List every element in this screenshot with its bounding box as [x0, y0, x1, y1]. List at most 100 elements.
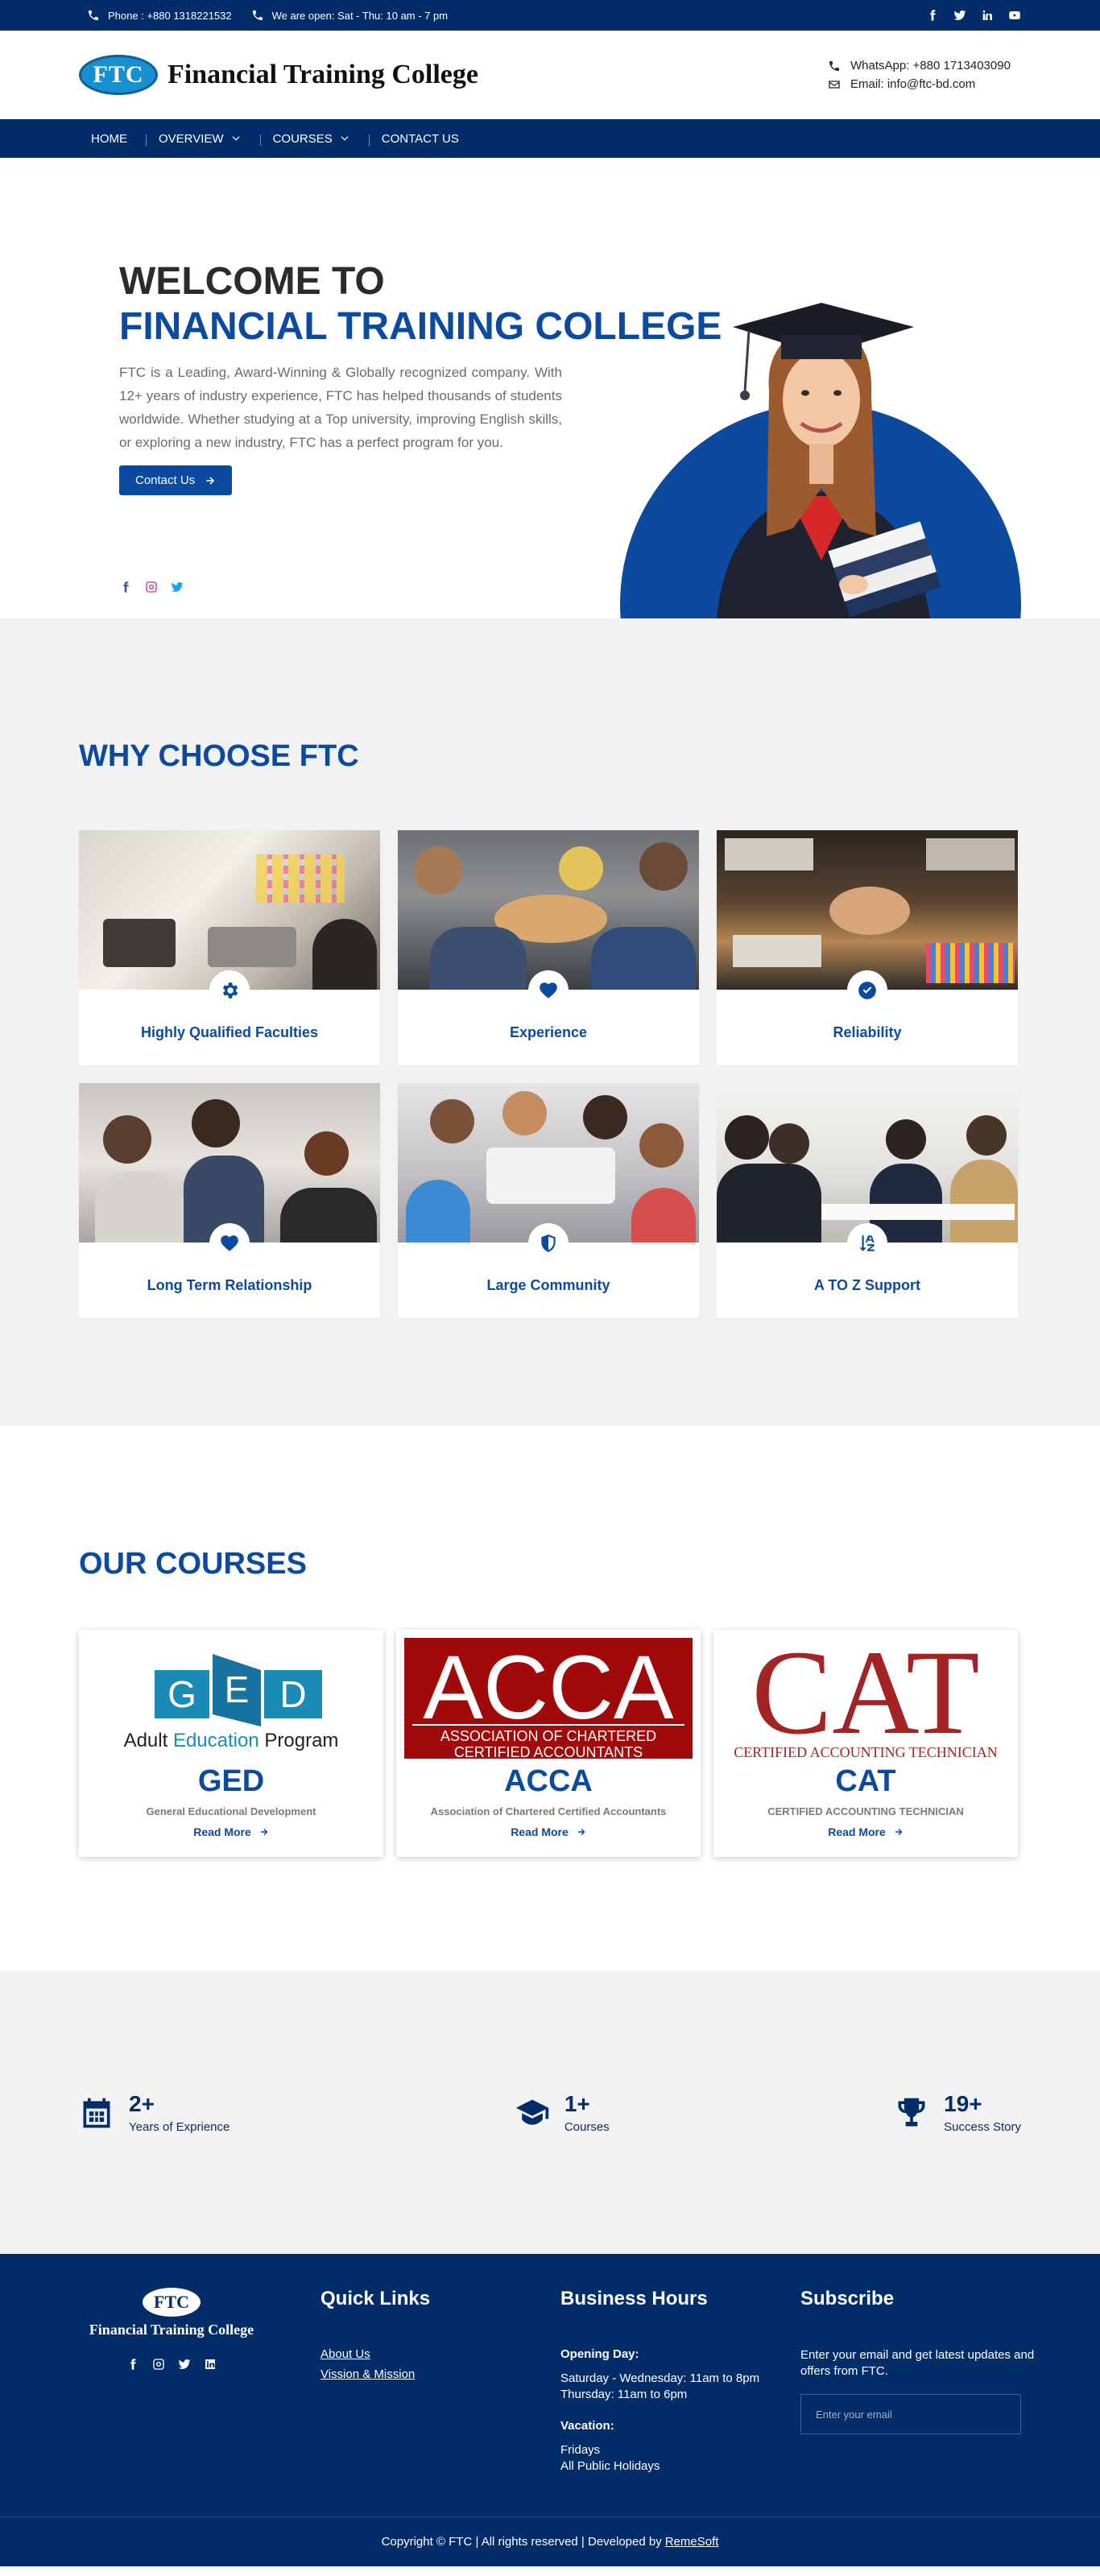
youtube-icon[interactable] [1008, 9, 1021, 22]
feature-badge [847, 1223, 887, 1263]
cat-logo-word: CAT [751, 1638, 979, 1759]
stat-number: 1+ [564, 2091, 590, 2116]
facebook-icon[interactable] [126, 2358, 139, 2371]
feature-image [398, 830, 699, 990]
footer-quick-links: Quick Links About Us Vission & Mission [320, 2288, 560, 2491]
phone-icon [87, 9, 100, 22]
hero-heading-line2: FINANCIAL TRAINING COLLEGE [119, 305, 722, 348]
nav-overview[interactable]: OVERVIEW [147, 132, 261, 146]
nav-contact[interactable]: CONTACT US [370, 132, 478, 146]
footer-logo: FTC Financial Training College [79, 2288, 320, 2491]
read-more-link[interactable]: Read More [828, 1826, 904, 1838]
subscribe-email-input[interactable] [800, 2394, 1021, 2434]
graduation-cap-icon [515, 2095, 550, 2131]
heart-icon [221, 1235, 238, 1251]
copyright-bar: Copyright © FTC | All rights reserved | … [0, 2516, 1100, 2566]
feature-title: Long Term Relationship [147, 1277, 312, 1293]
footer-link-about[interactable]: About Us [320, 2347, 560, 2361]
top-bar: Phone : +880 1318221532 We are open: Sat… [0, 0, 1100, 31]
feature-badge [209, 1223, 250, 1263]
feature-title: A TO Z Support [814, 1277, 920, 1293]
feature-card: Large Community [398, 1083, 699, 1318]
chevron-down-icon [341, 136, 349, 141]
acca-logo-caption-1: ASSOCIATION OF CHARTERED [440, 1728, 656, 1744]
top-hours: We are open: Sat - Thu: 10 am - 7 pm [251, 9, 448, 22]
business-hours-title: Business Hours [560, 2288, 708, 2309]
instagram-icon[interactable] [152, 2358, 165, 2371]
nav-home[interactable]: HOME [79, 132, 147, 146]
cat-logo-caption: CERTIFIED ACCOUNTING TECHNICIAN [734, 1744, 998, 1759]
read-more-link[interactable]: Read More [193, 1826, 269, 1838]
feature-badge [847, 970, 887, 1011]
course-card: G E D Adult Education Program GED Genera… [79, 1630, 383, 1857]
twitter-icon[interactable] [171, 581, 184, 593]
feature-image [79, 830, 380, 990]
why-choose-section: WHY CHOOSE FTC Highly Qualified Facultie… [0, 618, 1100, 1426]
facebook-icon[interactable] [926, 9, 939, 22]
feature-badge [209, 970, 250, 1011]
check-circle-icon [858, 982, 876, 999]
read-more-link[interactable]: Read More [511, 1826, 586, 1838]
facebook-icon[interactable] [119, 581, 132, 593]
nav-courses[interactable]: COURSES [261, 132, 370, 146]
copyright-text: Copyright © FTC | All rights reserved | … [381, 2535, 662, 2549]
course-card: ACCA ASSOCIATION OF CHARTERED CERTIFIED … [396, 1630, 701, 1857]
courses-grid: G E D Adult Education Program GED Genera… [79, 1630, 1100, 1857]
quick-links-title: Quick Links [320, 2288, 431, 2309]
student-graduate-image [717, 303, 942, 618]
header-contact: WhatsApp: +880 1713403090 Email: info@ft… [828, 59, 1021, 91]
twitter-icon[interactable] [953, 9, 966, 22]
stat-success: 19+ Success Story [894, 2091, 1021, 2134]
twitter-icon[interactable] [178, 2358, 191, 2371]
subscribe-title: Subscribe [800, 2288, 895, 2309]
acca-logo-caption-2: CERTIFIED ACCOUNTANTS [454, 1744, 643, 1759]
hero-social-links [119, 581, 184, 593]
logo-name: Financial Training College [167, 60, 478, 89]
vacation-text: Fridays All Public Holidays [560, 2443, 660, 2473]
feature-title: Reliability [833, 1024, 902, 1040]
course-card: CAT CERTIFIED ACCOUNTING TECHNICIAN CAT … [713, 1630, 1018, 1857]
contact-us-button[interactable]: Contact Us [119, 465, 233, 495]
footer-subscribe: Subscribe Enter your email and get lates… [800, 2288, 1042, 2491]
read-more-label: Read More [828, 1826, 886, 1838]
envelope-icon [828, 78, 841, 91]
hero-heading-line1: WELCOME TO [119, 260, 385, 303]
logo-badge: FTC [79, 55, 158, 95]
feature-card: Highly Qualified Faculties [79, 830, 380, 1065]
nav-home-label: HOME [91, 131, 127, 146]
instagram-icon[interactable] [145, 581, 158, 593]
read-more-label: Read More [511, 1826, 569, 1838]
shield-icon [541, 1234, 556, 1252]
stat-years: 2+ Years of Exprience [79, 2091, 230, 2134]
course-name: CAT [835, 1764, 896, 1798]
hero-section: WELCOME TO FINANCIAL TRAINING COLLEGE FT… [0, 158, 1100, 618]
phone-icon [251, 9, 264, 22]
footer-logo-name: Financial Training College [89, 2322, 254, 2338]
footer-social-links [79, 2358, 264, 2371]
opening-day-text: Saturday - Wednesday: 11am to 8pm Thursd… [560, 2371, 760, 2401]
footer-logo-badge: FTC [143, 2288, 201, 2317]
ged-logo-letter-e: E [225, 1668, 250, 1710]
feature-card: Long Term Relationship [79, 1083, 380, 1318]
footer-columns: FTC Financial Training College Quick Lin… [0, 2254, 1100, 2491]
top-social-links [926, 9, 1021, 22]
contact-us-label: Contact Us [135, 473, 196, 487]
courses-title: OUR COURSES [79, 1547, 307, 1581]
footer-link-vision[interactable]: Vission & Mission [320, 2367, 560, 2381]
email-row: Email: info@ftc-bd.com [828, 77, 1021, 91]
linkedin-icon[interactable] [204, 2358, 217, 2371]
site-logo[interactable]: FTC Financial Training College [79, 55, 478, 95]
acca-logo-word: ACCA [423, 1638, 673, 1738]
acca-logo: ACCA ASSOCIATION OF CHARTERED CERTIFIED … [404, 1638, 693, 1759]
stat-label: Years of Exprience [129, 2120, 230, 2134]
ged-caption-program: Program [264, 1730, 338, 1751]
opening-day-label: Opening Day: [560, 2347, 639, 2361]
cat-logo: CAT CERTIFIED ACCOUNTING TECHNICIAN [722, 1638, 1010, 1759]
gear-icon [222, 982, 238, 999]
whatsapp-text: WhatsApp: +880 1713403090 [850, 59, 1011, 72]
linkedin-icon[interactable] [981, 9, 994, 22]
developer-link[interactable]: RemeSoft [665, 2535, 719, 2549]
feature-card: Reliability [717, 830, 1018, 1065]
calendar-icon [79, 2095, 114, 2131]
read-more-label: Read More [193, 1826, 251, 1838]
